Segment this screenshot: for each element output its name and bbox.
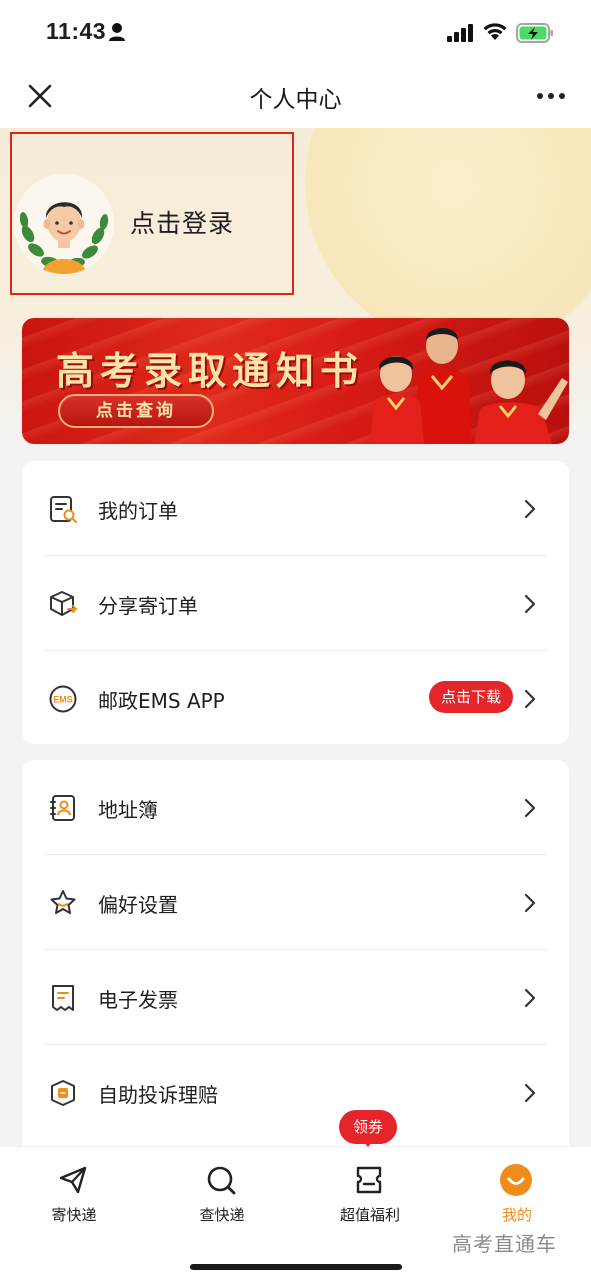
more-options-icon[interactable] [536,90,566,102]
chevron-right-icon [524,1083,536,1103]
person-icon [109,23,125,41]
menu-card-orders: 我的订单 分享寄订单 EMS 邮政EMS APP 点击下载 [22,461,569,744]
status-time: 11:43 [46,18,107,44]
tab-label: 超值福利 [339,1206,400,1224]
menu-card-settings: 地址簿 偏好设置 电子发票 自助投诉理赔 [22,760,569,1160]
package-share-icon [50,591,78,616]
menu-item-share-order[interactable]: 分享寄订单 [22,556,569,651]
menu-item-label: 邮政EMS APP [98,689,225,713]
menu-item-label: 分享寄订单 [98,594,198,618]
profile-smile-icon [500,1164,532,1196]
menu-item-my-orders[interactable]: 我的订单 [22,461,569,556]
admission-notice-banner[interactable]: 高考录取通知书 点击查询 [22,318,569,444]
tab-label: 查快递 [199,1206,245,1224]
menu-item-preferences[interactable]: 偏好设置 [22,855,569,950]
menu-item-e-invoice[interactable]: 电子发票 [22,950,569,1045]
menu-item-label: 自助投诉理赔 [98,1083,218,1107]
wifi-icon [483,23,507,40]
nav-bar: 个人中心 [0,66,591,128]
order-search-icon [50,496,77,523]
chevron-right-icon [524,594,536,614]
home-indicator[interactable] [190,1264,402,1270]
tab-label: 寄快递 [51,1206,97,1224]
login-highlight-box[interactable] [10,132,294,295]
coupon-badge[interactable]: 领券 [339,1110,397,1144]
star-settings-icon [50,890,76,914]
download-badge[interactable]: 点击下载 [429,681,513,713]
chevron-right-icon [524,499,536,519]
menu-item-label: 电子发票 [98,988,178,1012]
address-book-icon [50,795,75,821]
menu-item-label: 偏好设置 [98,893,178,917]
banner-query-button[interactable]: 点击查询 [58,394,214,428]
status-bar: 11:43 [0,0,591,66]
menu-item-label: 我的订单 [98,499,178,523]
battery-charging-icon [516,23,553,43]
svg-text:EMS: EMS [53,695,73,705]
chevron-right-icon [524,988,536,1008]
gift-card-icon [356,1166,382,1194]
tab-track-express[interactable]: 查快递 [148,1147,296,1247]
invoice-icon [52,985,74,1011]
claim-shield-icon [51,1080,75,1106]
chevron-right-icon [524,893,536,913]
athletes-illustration [370,328,568,444]
page-title: 个人中心 [249,87,342,113]
send-plane-icon [59,1166,87,1194]
watermark: 高考直通车 [452,1232,557,1256]
bottom-tab-bar: 寄快递 查快递 超值福利 我的 [0,1146,591,1280]
chevron-right-icon [524,689,536,709]
menu-item-address-book[interactable]: 地址簿 [22,760,569,855]
menu-item-complaint-claim[interactable]: 自助投诉理赔 [22,1045,569,1140]
menu-item-label: 地址簿 [98,798,158,822]
tab-label: 我的 [501,1206,532,1224]
menu-item-ems-app[interactable]: EMS 邮政EMS APP 点击下载 [22,651,569,746]
moon-decoration [305,128,591,348]
tab-send-express[interactable]: 寄快递 [0,1147,148,1247]
banner-title: 高考录取通知书 [56,348,365,393]
search-icon [207,1166,236,1195]
coupon-badge-tail [362,1140,374,1147]
chevron-right-icon [524,798,536,818]
ems-logo-icon: EMS [49,685,77,713]
tab-welfare[interactable]: 超值福利 [296,1147,444,1247]
cellular-signal-icon [447,24,473,42]
